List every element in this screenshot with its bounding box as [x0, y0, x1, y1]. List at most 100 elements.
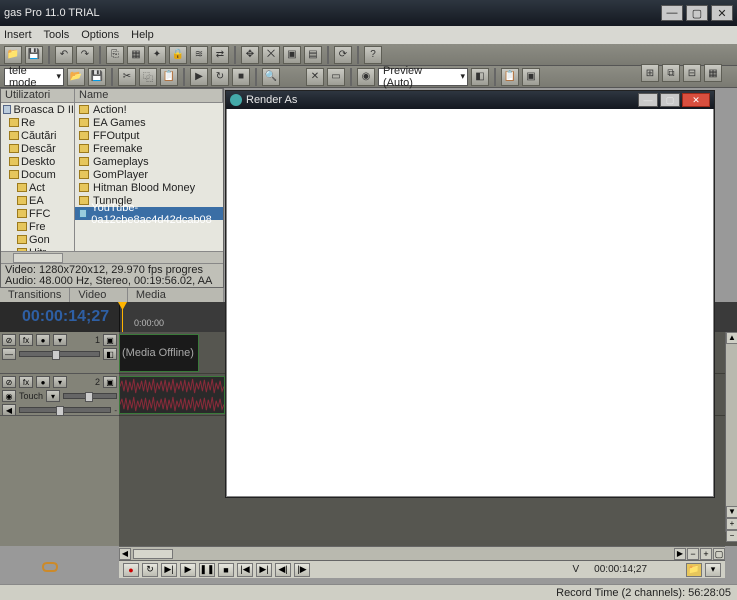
autoripple-icon[interactable]: ⇄	[211, 46, 229, 64]
stop-button[interactable]: ■	[218, 563, 234, 577]
file-row[interactable]: YouTube-0a12cbe8ac4d42dcab08	[75, 207, 223, 220]
rail-b-icon[interactable]: ⧉	[662, 64, 680, 82]
play-start-button[interactable]: ▶|	[161, 563, 177, 577]
tree-item[interactable]: FFC	[1, 207, 74, 220]
next-frame-button[interactable]: |▶	[294, 563, 310, 577]
scroll-thumb[interactable]	[133, 549, 173, 559]
volume-slider[interactable]	[63, 393, 117, 399]
minimize-button[interactable]: —	[661, 5, 683, 21]
tab-mediagen[interactable]: Media Generators	[128, 288, 224, 302]
tree-item[interactable]: Fre	[1, 220, 74, 233]
level-icon[interactable]: —	[2, 348, 16, 360]
rail-a-icon[interactable]: ⊞	[641, 64, 659, 82]
track-max-icon[interactable]: ▣	[103, 376, 117, 388]
track-fx-icon[interactable]: fx	[19, 334, 33, 346]
tree-root[interactable]: Broasca D II	[1, 103, 74, 116]
video-track-header[interactable]: ⊘ fx ● ▾ 1 ▣ — ◧	[0, 332, 119, 374]
grid-icon[interactable]: ▦	[127, 46, 145, 64]
zoom-out-v-icon[interactable]: −	[726, 530, 737, 542]
auto-down-icon[interactable]: ▾	[46, 390, 60, 402]
file-row[interactable]: Hitman Blood Money	[75, 181, 223, 194]
stop2-icon[interactable]: ■	[232, 68, 250, 86]
file-row[interactable]: EA Games	[75, 116, 223, 129]
tab-transitions[interactable]: Transitions	[0, 288, 70, 302]
play-icon[interactable]: ▶	[190, 68, 208, 86]
pause-button[interactable]: ❚❚	[199, 563, 215, 577]
split-icon[interactable]: ◧	[471, 68, 489, 86]
refresh-icon[interactable]: ⟳	[334, 46, 352, 64]
track-fx-icon[interactable]: fx	[19, 376, 33, 388]
maximize-button[interactable]: ▢	[686, 5, 708, 21]
tree-header[interactable]: Utilizatori	[1, 89, 75, 102]
open-icon[interactable]: 📁	[4, 46, 22, 64]
menu-options[interactable]: Options	[81, 29, 119, 41]
ripple-icon[interactable]: ≋	[190, 46, 208, 64]
save2-icon[interactable]: 💾	[88, 68, 106, 86]
file-row[interactable]: Action!	[75, 103, 223, 116]
lock-icon[interactable]: 🔒	[169, 46, 187, 64]
zoom-in-h-icon[interactable]: +	[700, 548, 712, 560]
help-icon[interactable]: ?	[364, 46, 382, 64]
file-list[interactable]: Action!EA GamesFFOutputFreemakeGameplays…	[75, 103, 223, 251]
file-row[interactable]: Gameplays	[75, 155, 223, 168]
record-button[interactable]: ●	[123, 563, 139, 577]
paste-icon[interactable]: 📋	[160, 68, 178, 86]
timeline-hscroll[interactable]: ◀ ▶ − + ▢	[119, 546, 725, 560]
track-bypass-icon[interactable]: ⊘	[2, 376, 16, 388]
dialog-titlebar[interactable]: Render As — ▢ ✕	[226, 91, 714, 109]
cut-icon[interactable]: ✂	[118, 68, 136, 86]
dialog-maximize-button[interactable]: ▢	[660, 93, 680, 107]
tree-item[interactable]: Căutări	[1, 129, 74, 142]
undo-icon[interactable]: ↶	[55, 46, 73, 64]
prev-frame-button[interactable]: ◀|	[275, 563, 291, 577]
track-mute-icon[interactable]: ●	[36, 334, 50, 346]
preview-close-icon[interactable]: ✕	[306, 68, 324, 86]
menu-help[interactable]: Help	[131, 29, 154, 41]
loop-button[interactable]: ↻	[142, 563, 158, 577]
timecode-display[interactable]: 00:00:14;27	[22, 308, 109, 326]
save-icon[interactable]: 💾	[25, 46, 43, 64]
zoom-icon[interactable]: 🔍	[262, 68, 280, 86]
menu-tools[interactable]: Tools	[44, 29, 70, 41]
video-clip[interactable]: (Media Offline)	[119, 334, 199, 372]
crossfade-icon[interactable]: ⨉	[262, 46, 280, 64]
loop2-icon[interactable]: ↻	[211, 68, 229, 86]
clipboard-icon[interactable]: 📋	[501, 68, 519, 86]
explorer-hscroll[interactable]	[1, 251, 223, 263]
automation-icon[interactable]: ◉	[2, 390, 16, 402]
folder-button[interactable]: 📁	[686, 563, 702, 577]
settings-button[interactable]: ▾	[705, 563, 721, 577]
hscroll-track[interactable]	[131, 548, 674, 560]
scroll-up-icon[interactable]: ▲	[726, 332, 737, 344]
tree-item[interactable]: Descăr	[1, 142, 74, 155]
tree-item[interactable]: Act	[1, 181, 74, 194]
dialog-close-button[interactable]: ✕	[682, 93, 710, 107]
opacity-slider[interactable]	[19, 351, 100, 357]
loop-playback-icon[interactable]	[38, 560, 62, 574]
tree-item[interactable]: Deskto	[1, 155, 74, 168]
track-more-icon[interactable]: ▾	[53, 334, 67, 346]
folder-tree[interactable]: Broasca D II ReCăutăriDescărDesktoDocumA…	[1, 103, 75, 251]
zoom-out-h-icon[interactable]: −	[687, 548, 699, 560]
open-folder-icon[interactable]: 📂	[67, 68, 85, 86]
audio-clip[interactable]	[119, 376, 225, 414]
quality-icon[interactable]: ◉	[357, 68, 375, 86]
rail-d-icon[interactable]: ▦	[704, 64, 722, 82]
copy-icon[interactable]: ⿻	[139, 68, 157, 86]
comp-icon[interactable]: ◧	[103, 348, 117, 360]
marker-icon[interactable]: ✦	[148, 46, 166, 64]
tab-videofx[interactable]: Video FX	[70, 288, 128, 302]
transport-timecode[interactable]: 00:00:14;27	[594, 564, 647, 575]
menu-insert[interactable]: Insert	[4, 29, 32, 41]
tree-item[interactable]: EA	[1, 194, 74, 207]
tree-item[interactable]: Gon	[1, 233, 74, 246]
redo-icon[interactable]: ↷	[76, 46, 94, 64]
automation-mode[interactable]: Touch	[19, 391, 43, 401]
track-mute-icon[interactable]: ●	[36, 376, 50, 388]
move-icon[interactable]: ✥	[241, 46, 259, 64]
preview-window-icon[interactable]: ▭	[327, 68, 345, 86]
pan-slider[interactable]	[19, 407, 111, 413]
tree-item[interactable]: Re	[1, 116, 74, 129]
snap-icon[interactable]: ⎘	[106, 46, 124, 64]
timeline-vscroll[interactable]: ▲ ▼ + −	[725, 332, 737, 532]
